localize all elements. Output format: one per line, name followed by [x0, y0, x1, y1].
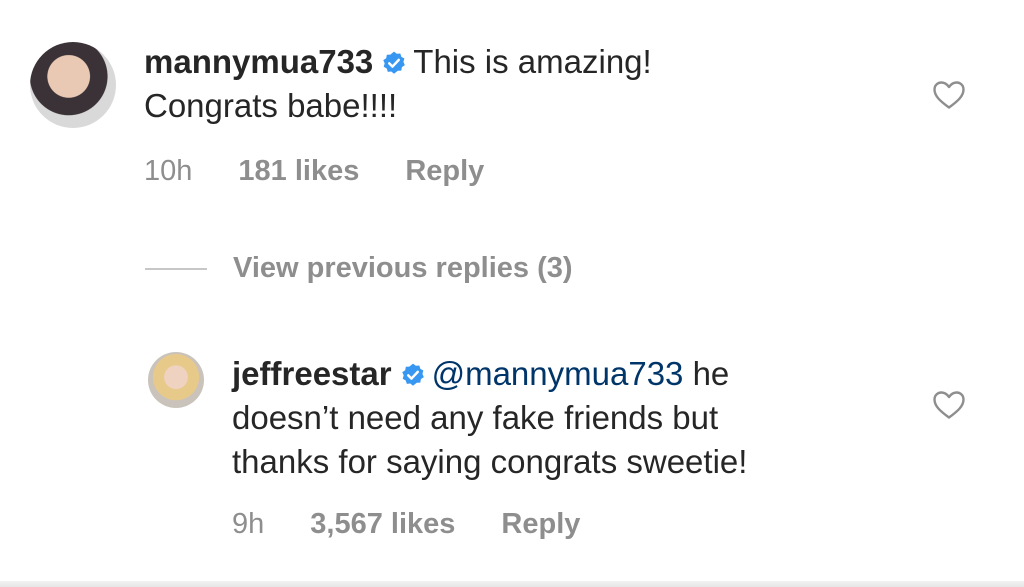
- avatar-mannymua733[interactable]: [30, 42, 116, 128]
- comment-text-line1: This is amazing!: [413, 43, 652, 80]
- heart-icon[interactable]: [932, 390, 966, 420]
- comment-text-line3: thanks for saying congrats sweetie!: [232, 443, 748, 480]
- view-previous-replies-label[interactable]: View previous replies (3): [233, 252, 573, 285]
- verified-badge-icon: [401, 363, 424, 386]
- comment-timestamp: 9h: [232, 508, 265, 540]
- avatar-jeffreestar[interactable]: [148, 352, 204, 408]
- bottom-divider: [0, 581, 1024, 587]
- divider-line: [145, 267, 207, 270]
- comment-username[interactable]: mannymua733: [144, 43, 373, 80]
- likes-count-link[interactable]: 181 likes: [238, 155, 359, 188]
- comment-meta: 10h 181 likes Reply: [144, 155, 484, 188]
- comment-timestamp: 10h: [144, 155, 193, 187]
- likes-count-link[interactable]: 3,567 likes: [310, 508, 455, 541]
- comment-jeffreestar: jeffreestar @mannymua733 he doesn’t need …: [232, 352, 912, 484]
- heart-icon[interactable]: [932, 80, 966, 110]
- reply-button[interactable]: Reply: [501, 508, 580, 541]
- mention-link[interactable]: @mannymua733: [432, 355, 684, 392]
- verified-badge-icon: [383, 51, 406, 74]
- comment-text-line1: he: [683, 355, 730, 392]
- comment-meta: 9h 3,567 likes Reply: [232, 508, 580, 541]
- comment-username[interactable]: jeffreestar: [232, 355, 392, 392]
- reply-button[interactable]: Reply: [405, 155, 484, 188]
- comment-text-line2: doesn’t need any fake friends but: [232, 399, 719, 436]
- view-previous-replies[interactable]: View previous replies (3): [145, 252, 573, 285]
- comment-mannymua733: mannymua733 This is amazing! Congrats bab…: [144, 40, 904, 128]
- comment-text-line2: Congrats babe!!!!: [144, 87, 398, 124]
